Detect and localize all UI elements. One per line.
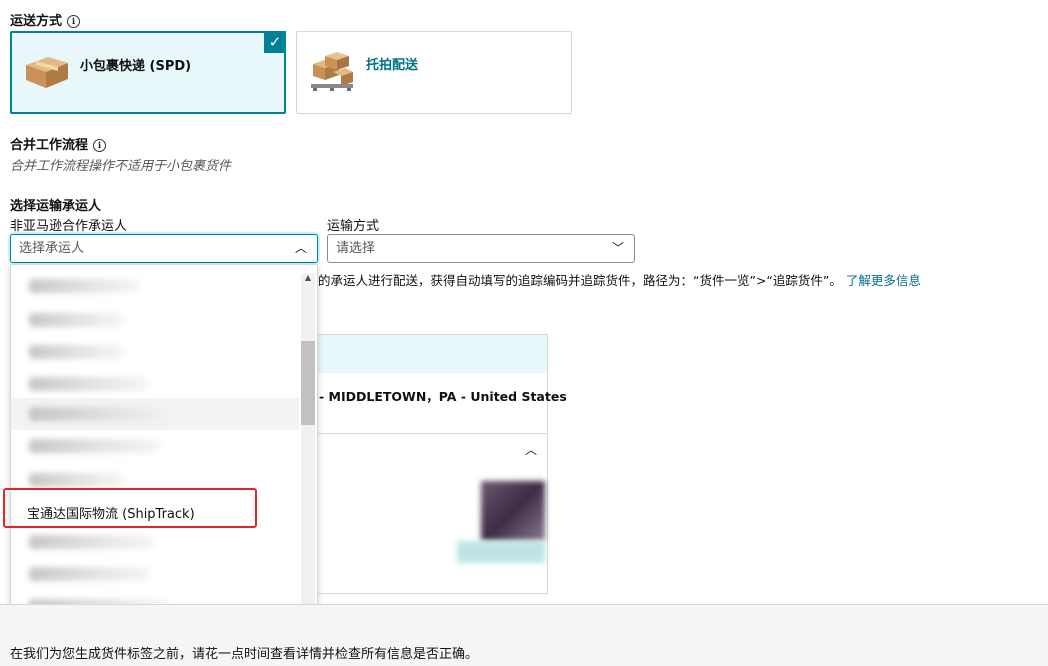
address-card-header — [301, 335, 547, 373]
shipping-method-title: 运送方式 i — [10, 10, 81, 29]
footer-text: 在我们为您生成货件标签之前，请花一点时间查看详情并检查所有信息是否正确。 — [10, 647, 479, 662]
info-icon[interactable]: i — [67, 15, 81, 28]
blurred-image-caption — [457, 541, 545, 563]
address-card: - MIDDLETOWN，PA - United States ︿ — [300, 334, 567, 594]
address-text: - MIDDLETOWN，PA - United States — [319, 389, 567, 404]
dropdown-scrollbar[interactable] — [301, 273, 315, 631]
transport-select-placeholder: 请选择 — [336, 241, 376, 256]
info-icon[interactable]: i — [93, 139, 107, 152]
learn-more-link[interactable]: 了解更多信息 — [846, 273, 921, 288]
carrier-option-blurred[interactable] — [29, 313, 124, 327]
blurred-image — [481, 481, 545, 541]
carrier-option-blurred[interactable] — [29, 345, 124, 359]
carrier-option-blurred[interactable] — [29, 407, 179, 421]
carrier-option-blurred[interactable] — [29, 279, 139, 293]
carrier-option-blurred[interactable] — [29, 473, 124, 487]
carrier-dropdown-list[interactable]: 宝通达国际物流 (ShipTrack) ▲ ▼ — [10, 264, 318, 640]
carrier-section-title: 选择运输承运人 — [10, 199, 102, 214]
shipping-option-spd[interactable]: 小包裹快递 (SPD) ✓ — [10, 31, 286, 114]
collapse-chevron-icon[interactable]: ︿ — [525, 441, 537, 458]
address-divider — [301, 433, 547, 434]
workflow-title: 合并工作流程 i — [10, 134, 107, 153]
non-partner-carrier-label: 非亚马逊合作承运人 — [10, 219, 128, 234]
workflow-note: 合并工作流程操作不适用于小包裹货件 — [10, 159, 232, 174]
carrier-select[interactable]: 选择承运人 ︿ — [10, 234, 318, 263]
carrier-option-blurred[interactable] — [29, 535, 154, 549]
parcel-box-icon — [26, 57, 68, 88]
shipping-option-spd-label: 小包裹快递 (SPD) — [80, 59, 192, 74]
shipping-option-pallet[interactable]: 托拍配送 — [296, 31, 572, 114]
highlight-annotation-box — [3, 488, 257, 528]
scroll-up-arrow-icon[interactable]: ▲ — [305, 273, 311, 282]
scrollbar-thumb[interactable] — [301, 341, 315, 425]
shipping-option-pallet-label: 托拍配送 — [366, 58, 419, 73]
carrier-info-text: 的承运人进行配送，获得自动填写的追踪编码并追踪货件，路径为：“货件一览”>“追踪… — [318, 273, 921, 288]
carrier-option-blurred[interactable] — [29, 377, 149, 391]
chevron-down-icon: ﹀ — [611, 241, 624, 255]
carrier-option-blurred[interactable] — [29, 567, 149, 581]
transport-method-label: 运输方式 — [327, 219, 380, 234]
checkmark-icon: ✓ — [264, 31, 286, 53]
carrier-option-blurred[interactable] — [29, 439, 159, 453]
pallet-boxes-icon — [311, 52, 353, 91]
chevron-up-icon: ︿ — [294, 241, 307, 255]
carrier-select-placeholder: 选择承运人 — [19, 241, 85, 256]
transport-method-select[interactable]: 请选择 ﹀ — [327, 234, 635, 263]
